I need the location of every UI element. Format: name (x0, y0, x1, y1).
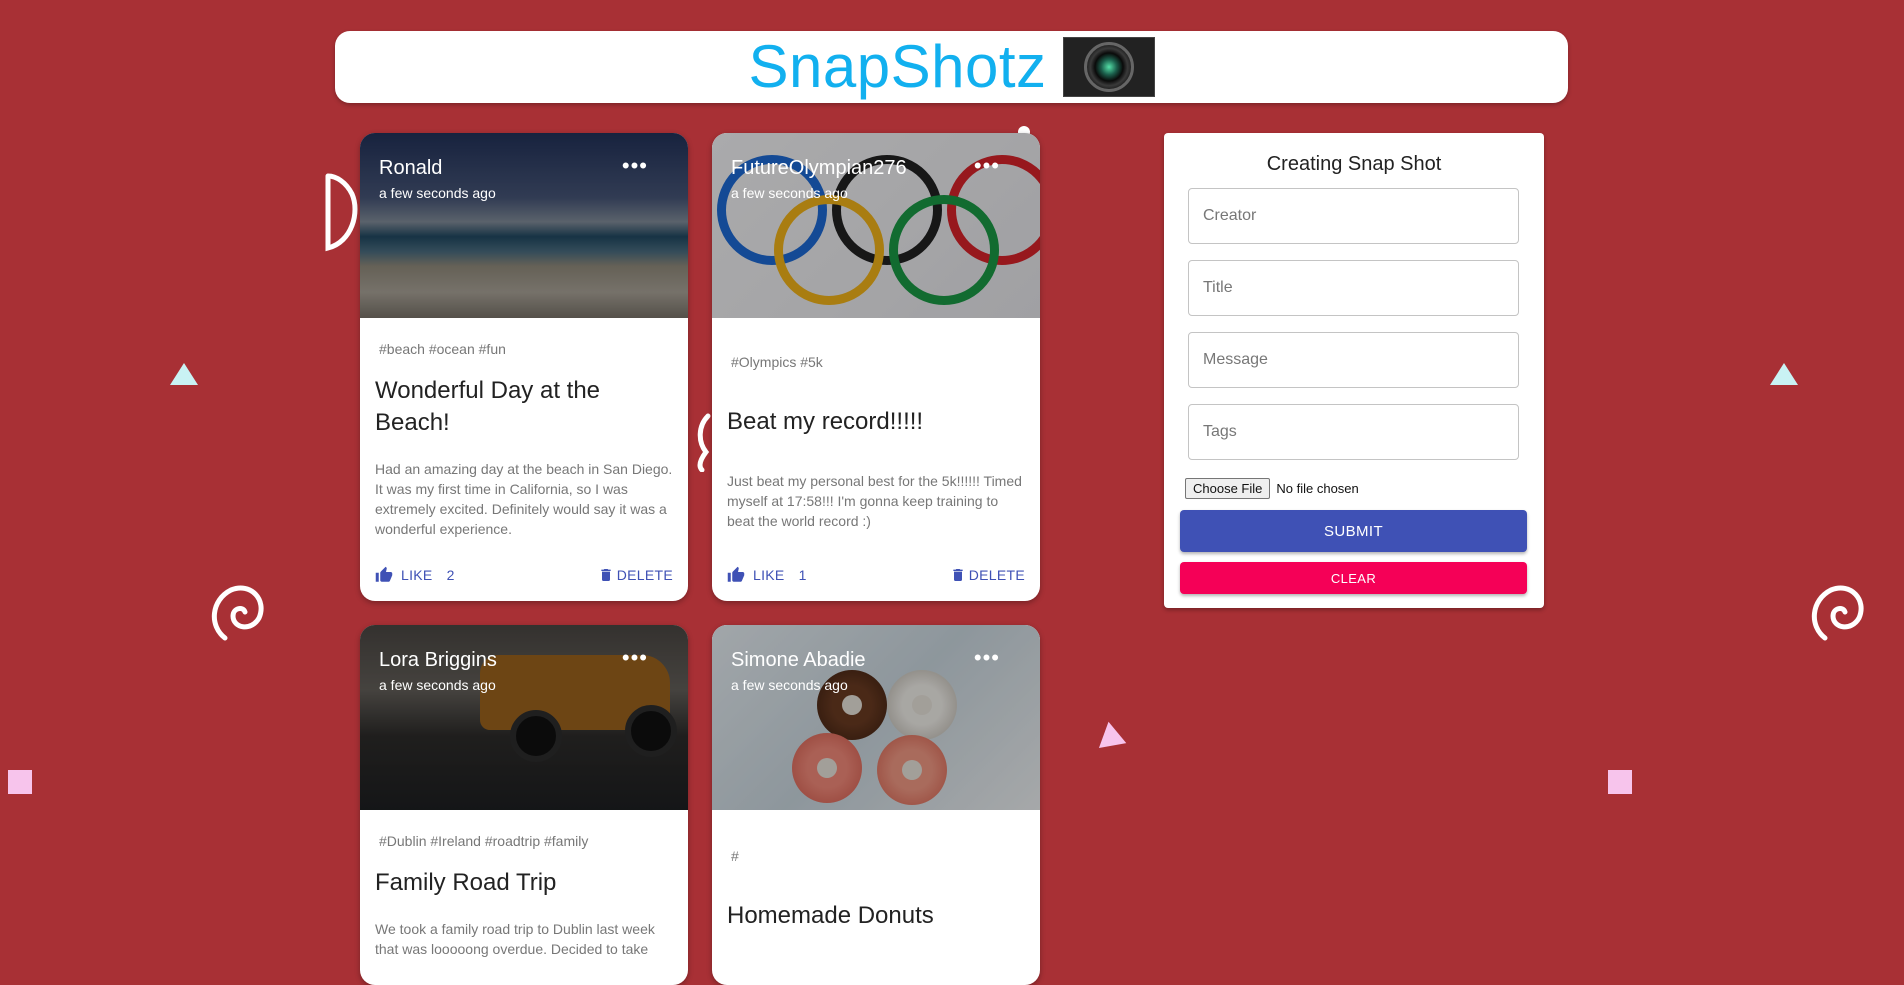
form-title: Creating Snap Shot (1266, 153, 1442, 175)
post-tags: #Olympics #5k (731, 354, 823, 370)
file-input: Choose File No file chosen (1185, 478, 1359, 499)
post-title: Beat my record!!!!! (727, 408, 924, 435)
thumb-up-icon (375, 566, 393, 582)
post-message: Had an amazing day at the beach in San D… (375, 461, 673, 537)
post-title: Wonderful Day at the Beach! (375, 377, 601, 436)
more-horiz-icon[interactable]: ••• (622, 645, 648, 671)
submit-button[interactable]: SUBMIT (1180, 510, 1527, 552)
lens-icon (1083, 42, 1134, 92)
post-creator: Lora Briggins (379, 649, 497, 671)
post-message: Just beat my personal best for the 5k!!!… (727, 473, 1022, 529)
delete-label: DELETE (616, 567, 673, 583)
like-button[interactable]: LIKE 2 (375, 566, 455, 584)
post-tags: #beach #ocean #fun (379, 341, 506, 357)
post-tags: #Dublin #Ireland #roadtrip #family (379, 833, 589, 849)
post-card: Lora Briggins a few seconds ago ••• #Dub… (360, 625, 688, 985)
app-title: SnapShotz (748, 33, 1047, 100)
post-time: a few seconds ago (731, 185, 848, 201)
delete-label: DELETE (968, 567, 1025, 583)
file-status: No file chosen (1276, 481, 1359, 496)
more-horiz-icon[interactable]: ••• (974, 153, 1000, 179)
delete-button[interactable]: DELETE (950, 566, 1025, 584)
post-creator: Simone Abadie (731, 649, 866, 671)
post-actions: LIKE 2 DELETE (360, 563, 688, 587)
like-button[interactable]: LIKE 1 (727, 566, 807, 584)
post-time: a few seconds ago (379, 677, 496, 693)
more-horiz-icon[interactable]: ••• (622, 153, 648, 179)
post-card: Simone Abadie a few seconds ago ••• # Ho… (712, 625, 1040, 985)
title-input[interactable] (1188, 260, 1519, 316)
like-count: 1 (798, 567, 807, 583)
like-count: 2 (446, 567, 455, 583)
thumb-up-icon (727, 566, 745, 582)
decoration-square-left (8, 770, 32, 794)
decoration-square-right (1608, 770, 1632, 794)
post-creator: Ronald (379, 157, 443, 179)
decoration-triangle-pink (1098, 721, 1132, 757)
clear-button[interactable]: CLEAR (1180, 562, 1527, 594)
post-actions: LIKE 1 DELETE (712, 563, 1040, 587)
post-message: We took a family road trip to Dublin las… (375, 921, 655, 957)
post-title: Homemade Donuts (727, 902, 934, 929)
choose-file-button[interactable]: Choose File (1185, 478, 1271, 499)
trash-icon (601, 569, 611, 581)
tags-input[interactable] (1188, 404, 1519, 460)
decoration-arc-left (325, 173, 358, 252)
post-card: Ronald a few seconds ago ••• #beach #oce… (360, 133, 688, 601)
decoration-triangle-left (170, 363, 198, 385)
like-label: LIKE (401, 567, 433, 583)
decoration-hook (697, 413, 711, 472)
creator-input[interactable] (1188, 188, 1519, 244)
decoration-swirl-right (1811, 585, 1864, 641)
post-image: Lora Briggins a few seconds ago ••• (360, 625, 688, 810)
post-creator: FutureOlympian276 (731, 157, 907, 179)
create-post-form: Creating Snap Shot Choose File No file c… (1164, 133, 1544, 608)
post-image: Simone Abadie a few seconds ago ••• (712, 625, 1040, 810)
trash-icon (953, 569, 963, 581)
decoration-swirl-left (211, 585, 264, 641)
message-input[interactable] (1188, 332, 1519, 388)
decoration-triangle-right (1770, 363, 1798, 385)
post-image: FutureOlympian276 a few seconds ago ••• (712, 133, 1040, 318)
post-time: a few seconds ago (379, 185, 496, 201)
post-tags: # (731, 848, 739, 864)
post-card: FutureOlympian276 a few seconds ago ••• … (712, 133, 1040, 601)
like-label: LIKE (753, 567, 785, 583)
more-horiz-icon[interactable]: ••• (974, 645, 1000, 671)
camera-lens-logo (1062, 37, 1155, 97)
post-image: Ronald a few seconds ago ••• (360, 133, 688, 318)
delete-button[interactable]: DELETE (598, 566, 673, 584)
post-title: Family Road Trip (375, 869, 557, 896)
app-bar: SnapShotz (335, 31, 1568, 103)
post-time: a few seconds ago (731, 677, 848, 693)
